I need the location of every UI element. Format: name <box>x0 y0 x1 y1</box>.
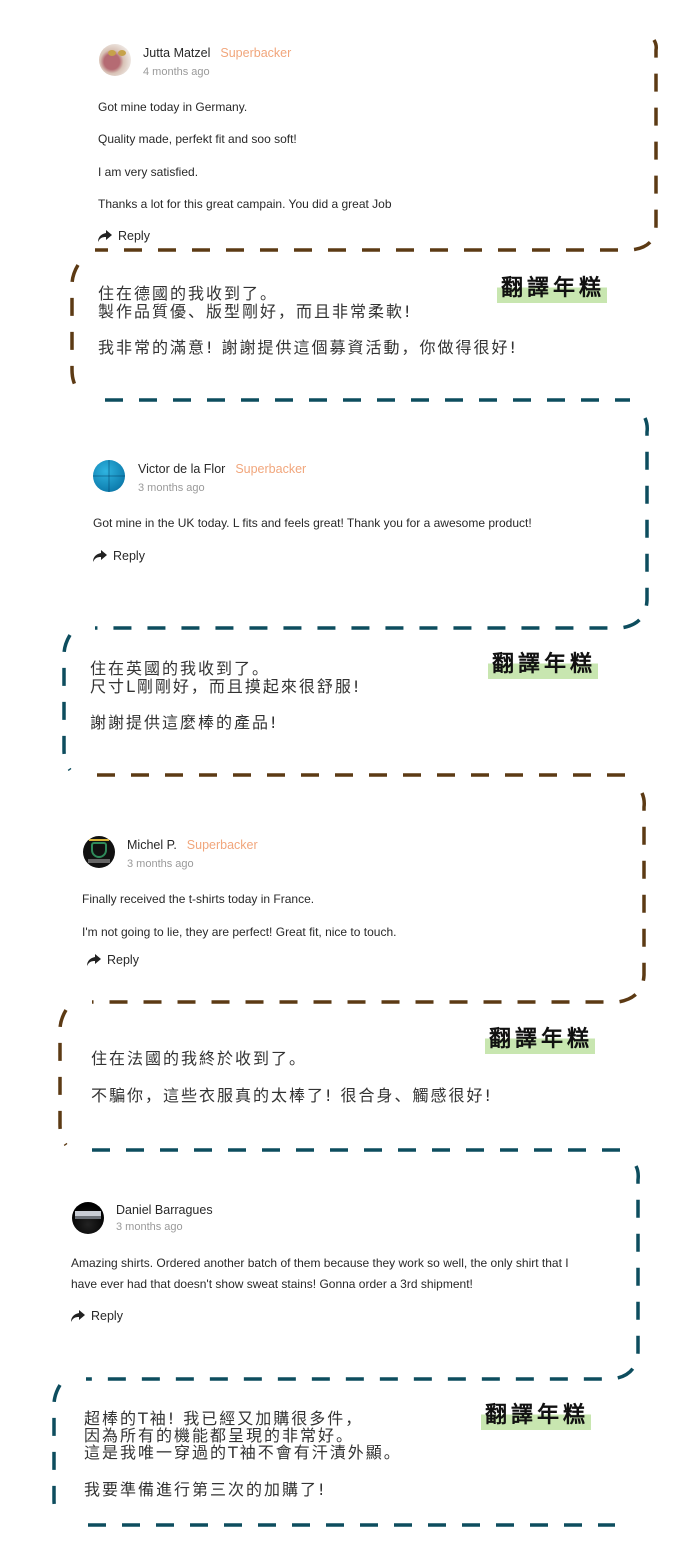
reply-label: Reply <box>107 953 139 967</box>
avatar[interactable] <box>93 460 125 492</box>
frame-2-top-left <box>70 264 80 392</box>
translator-label: 翻譯年糕 <box>485 1026 596 1054</box>
translation-text: 住在德國的我收到了。 <box>98 284 279 303</box>
translation-text: 這是我唯一穿過的T袖不會有汗漬外顯。 <box>84 1443 402 1462</box>
superbacker-badge: Superbacker <box>220 46 292 60</box>
frame-4-left <box>62 634 72 772</box>
comment-text: Got mine in the UK today. L fits and fee… <box>93 516 532 530</box>
reply-arrow-icon <box>98 230 112 242</box>
translation-text: 住在法國的我終於收到了。 <box>91 1049 308 1068</box>
superbacker-badge: Superbacker <box>186 838 258 852</box>
comment-text: I'm not going to lie, they are perfect! … <box>82 925 397 939</box>
translation-text: 尺寸L剛剛好，而且摸起來很舒服! <box>90 677 362 696</box>
comment-text: Thanks a lot for this great campain. You… <box>98 197 392 211</box>
comment-text: Got mine today in Germany. <box>98 100 248 114</box>
frame-7-border <box>86 1165 640 1381</box>
author-name[interactable]: Victor de la Flor Superbacker <box>138 462 306 476</box>
translation-text: 我非常的滿意! 謝謝提供這個募資活動，你做得很好! <box>98 338 518 357</box>
comment-time: 3 months ago <box>127 858 194 870</box>
avatar[interactable] <box>99 44 131 76</box>
comment-time: 3 months ago <box>116 1221 183 1233</box>
reply-arrow-icon <box>87 954 101 966</box>
reply-arrow-icon <box>71 1310 85 1322</box>
superbacker-badge: Superbacker <box>235 462 307 476</box>
comment-text: Finally received the t-shirts today in F… <box>82 892 315 906</box>
author-name[interactable]: Michel P. Superbacker <box>127 838 258 852</box>
translator-label: 翻譯年糕 <box>488 651 599 679</box>
author-name[interactable]: Daniel Barragues <box>116 1203 213 1217</box>
comment-text: I am very satisfied. <box>98 165 199 179</box>
author-name[interactable]: Jutta Matzel Superbacker <box>143 46 291 60</box>
translation-text: 住在英國的我收到了。 <box>90 659 271 678</box>
translator-label: 翻譯年糕 <box>481 1402 592 1430</box>
comment-text: Amazing shirts. Ordered another batch of… <box>71 1256 569 1270</box>
translation-text: 不騙你，這些衣服真的太棒了! 很合身、觸感很好! <box>91 1086 493 1105</box>
frame-8-left <box>52 1384 62 1520</box>
reply-label: Reply <box>113 549 145 563</box>
comment-time: 4 months ago <box>143 66 210 78</box>
reply-button[interactable]: Reply <box>98 229 150 243</box>
translation-text: 謝謝提供這麼棒的產品! <box>90 713 279 732</box>
reply-button[interactable]: Reply <box>87 953 139 967</box>
avatar[interactable] <box>83 836 115 868</box>
frame-6-left <box>58 1009 68 1147</box>
translation-text: 製作品質優、版型剛好，而且非常柔軟! <box>98 302 413 321</box>
reply-button[interactable]: Reply <box>93 549 145 563</box>
translation-text: 我要準備進行第三次的加購了! <box>84 1480 327 1499</box>
reply-button[interactable]: Reply <box>71 1309 123 1323</box>
reply-arrow-icon <box>93 550 107 562</box>
reply-label: Reply <box>91 1309 123 1323</box>
comment-time: 3 months ago <box>138 482 205 494</box>
comment-text: have ever had that doesn't show sweat st… <box>71 1277 473 1291</box>
avatar[interactable] <box>72 1202 104 1234</box>
translator-label: 翻譯年糕 <box>497 275 608 303</box>
comment-text: Quality made, perfekt fit and soo soft! <box>98 132 297 146</box>
reply-label: Reply <box>118 229 150 243</box>
